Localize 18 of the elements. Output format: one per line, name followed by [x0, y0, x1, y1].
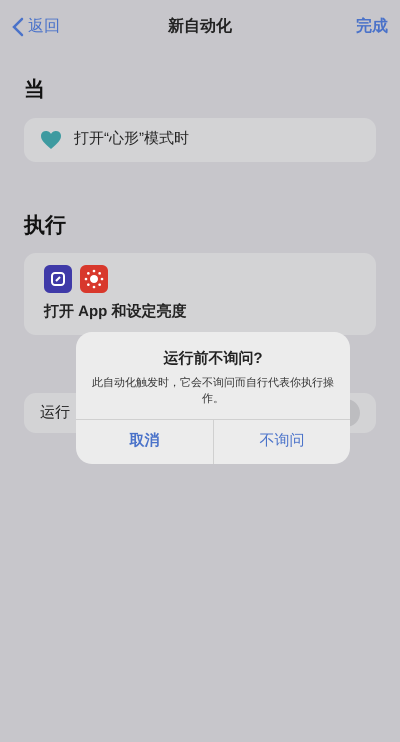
sun-icon: [80, 264, 108, 293]
trigger-card[interactable]: 打开“心形”模式时: [24, 118, 376, 162]
alert-title: 运行前不询问?: [163, 349, 263, 369]
app-icon: [44, 264, 72, 293]
trigger-text: 打开“心形”模式时: [74, 129, 189, 150]
alert-message: 此自动化触发时，它会不询问而自行代表你执行操作。: [92, 376, 334, 406]
cancel-button[interactable]: 取消: [76, 420, 212, 464]
section-heading: 当: [24, 78, 45, 101]
chevron-left-icon: [12, 17, 24, 37]
back-button[interactable]: 返回: [12, 15, 60, 39]
page-title: 新自动化: [168, 16, 232, 37]
action-card[interactable]: 打开 App 和设定亮度: [24, 253, 376, 335]
action-text: 打开 App 和设定亮度: [44, 302, 188, 322]
heart-icon: [40, 130, 62, 150]
confirm-button[interactable]: 不询问: [212, 420, 350, 464]
done-button[interactable]: 完成: [356, 15, 388, 39]
section-heading: 执行: [24, 214, 66, 236]
row-label: 运行: [40, 402, 70, 423]
